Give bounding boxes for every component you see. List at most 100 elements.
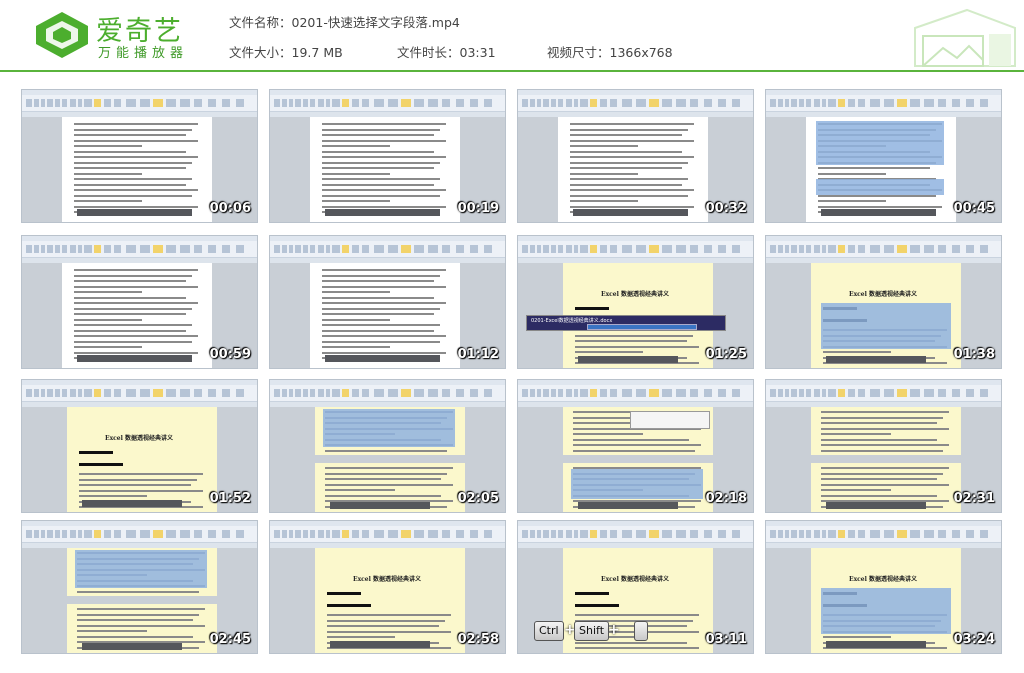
ribbon-button — [778, 530, 783, 538]
ribbon-button — [785, 245, 789, 253]
text-line — [322, 346, 390, 348]
text-line — [821, 422, 937, 424]
ribbon-button — [522, 99, 528, 107]
ribbon-button — [636, 389, 646, 397]
text-line — [322, 324, 440, 326]
text-line — [570, 145, 638, 147]
ribbon-button — [222, 245, 230, 253]
video-thumbnail[interactable]: 02:31 — [765, 379, 1002, 513]
video-thumbnail[interactable]: 00:19 — [269, 89, 506, 223]
video-thumbnail[interactable]: 00:45 — [765, 89, 1002, 223]
ribbon-button — [104, 389, 111, 397]
video-thumbnail[interactable]: 01:12 — [269, 235, 506, 369]
ribbon-button — [543, 530, 549, 538]
video-thumbnail[interactable]: 00:59 — [21, 235, 258, 369]
ribbon-button — [690, 389, 698, 397]
ribbon-toolbar — [766, 241, 1001, 258]
text-line — [79, 484, 191, 486]
ribbon-button — [791, 245, 797, 253]
ribbon-button — [580, 389, 588, 397]
document-page — [62, 117, 212, 222]
text-line — [74, 200, 142, 202]
ribbon-button — [94, 389, 101, 397]
text-line — [570, 161, 688, 164]
ribbon-button — [310, 245, 315, 253]
video-thumbnail[interactable]: Excel 数据透视经典讲义 01:38 — [765, 235, 1002, 369]
ribbon-button — [574, 245, 578, 253]
ribbon-button — [326, 530, 330, 538]
ribbon-button — [924, 530, 934, 538]
ribbon-button — [470, 245, 478, 253]
ribbon-button — [848, 245, 855, 253]
ribbon-button — [966, 245, 974, 253]
ribbon-button — [966, 99, 974, 107]
video-thumbnail[interactable]: Excel 数据透视经典讲义 02:58 — [269, 520, 506, 654]
video-thumbnail[interactable]: 00:06 — [21, 89, 258, 223]
ribbon-button — [897, 389, 907, 397]
video-thumbnail[interactable]: 02:18 — [517, 379, 754, 513]
ribbon-button — [47, 530, 53, 538]
video-thumbnail[interactable]: Excel 数据透视经典讲义 0201-Excel数据透视经典讲义.docx 01:… — [517, 235, 754, 369]
ribbon-button — [530, 530, 535, 538]
ribbon-button — [70, 530, 76, 538]
video-thumbnail[interactable]: 00:32 — [517, 89, 754, 223]
thumbnail-grid: 00:06 00:19 00:32 00:45 00:59 01:12 Excel 数据透视… — [0, 0, 1024, 673]
text-line — [74, 139, 198, 142]
text-line — [322, 296, 434, 299]
ribbon-button — [484, 389, 492, 397]
ribbon-button — [470, 530, 478, 538]
text-line — [818, 172, 886, 175]
ribbon-button — [47, 99, 53, 107]
ribbon-button — [194, 530, 202, 538]
text-line — [322, 335, 446, 337]
video-thumbnail[interactable]: 02:45 — [21, 520, 258, 654]
video-thumbnail[interactable]: Excel 数据透视经典讲义 03:24 — [765, 520, 1002, 654]
ribbon-button — [126, 99, 136, 107]
ribbon-button — [326, 389, 330, 397]
ribbon-toolbar — [518, 385, 753, 402]
ribbon-button — [55, 245, 60, 253]
ribbon-button — [362, 530, 369, 538]
ribbon-button — [910, 530, 920, 538]
ribbon-button — [649, 389, 659, 397]
video-thumbnail[interactable]: 02:05 — [269, 379, 506, 513]
text-line — [570, 139, 694, 142]
text-line — [322, 291, 390, 293]
ribbon-button — [838, 389, 845, 397]
timestamp-label: 02:05 — [457, 491, 499, 506]
text-line — [322, 285, 446, 288]
ribbon-button — [342, 99, 349, 107]
ribbon-button — [785, 530, 789, 538]
ribbon-button — [543, 245, 549, 253]
ribbon-button — [676, 245, 686, 253]
ribbon-button — [838, 99, 845, 107]
ribbon-button — [870, 99, 880, 107]
text-selection — [821, 303, 951, 349]
ribbon-button — [84, 389, 92, 397]
ribbon-button — [166, 245, 176, 253]
ribbon-button — [55, 530, 60, 538]
heading-line — [575, 307, 609, 310]
ribbon-button — [622, 99, 632, 107]
video-thumbnail[interactable]: Excel 数据透视经典讲义 Ctrl + Shift +03:11 — [517, 520, 754, 654]
ribbon-button — [897, 530, 907, 538]
key-cap: Shift — [574, 621, 610, 641]
ribbon-button — [55, 99, 60, 107]
video-thumbnail[interactable]: Excel 数据透视经典讲义 01:52 — [21, 379, 258, 513]
document-title: Excel 数据透视经典讲义 — [353, 576, 421, 583]
ribbon-button — [342, 389, 349, 397]
document-title: Excel 数据透视经典讲义 — [849, 576, 917, 583]
ribbon-button — [318, 389, 324, 397]
timestamp-label: 01:12 — [457, 347, 499, 362]
text-line — [573, 444, 701, 446]
text-line — [823, 351, 891, 353]
text-line — [322, 161, 440, 164]
text-line — [74, 329, 186, 332]
subtitle-bar — [325, 355, 440, 362]
ribbon-toolbar — [518, 526, 753, 543]
ribbon-button — [600, 245, 607, 253]
text-selection — [323, 409, 455, 447]
ribbon-button — [897, 245, 907, 253]
ribbon-button — [718, 99, 726, 107]
ribbon-button — [236, 389, 244, 397]
